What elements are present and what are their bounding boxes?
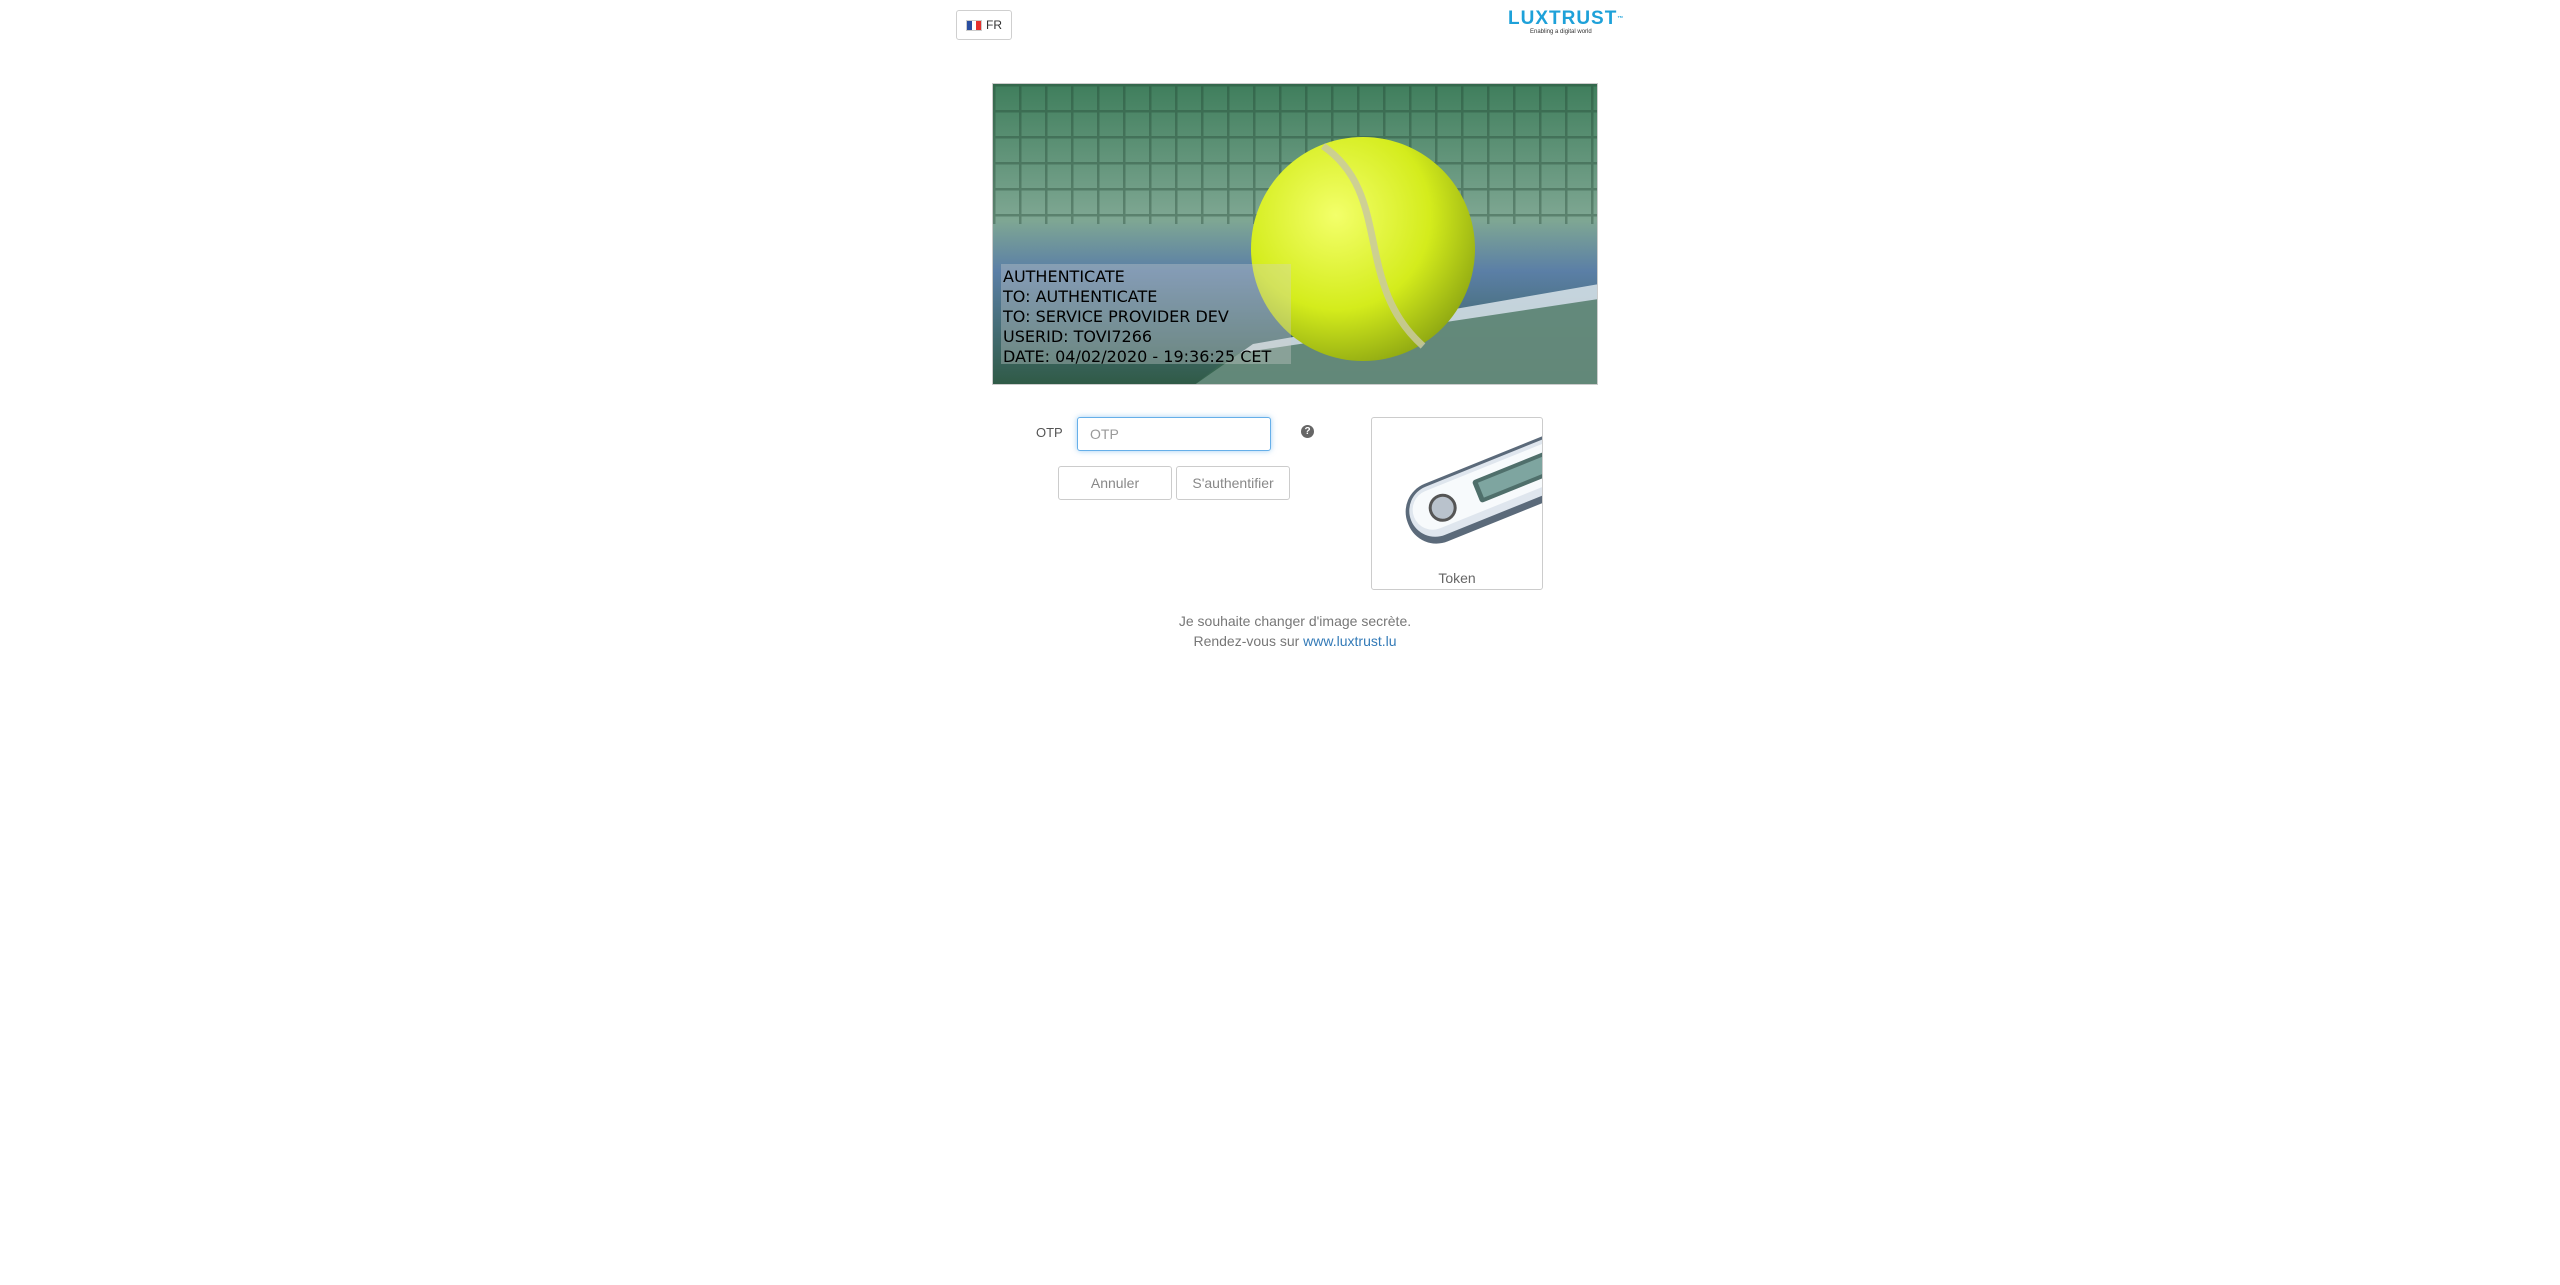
footer: Je souhaite changer d'image secrète. Ren… bbox=[1080, 611, 1510, 651]
france-flag-icon bbox=[966, 19, 982, 31]
caption-line: DATE: 04/02/2020 - 19:36:25 CET bbox=[1003, 347, 1272, 366]
caption-line: AUTHENTICATE bbox=[1003, 267, 1125, 286]
logo-trademark: ™ bbox=[1617, 16, 1625, 22]
visit-prefix: Rendez-vous sur bbox=[1193, 633, 1300, 649]
cancel-button[interactable]: Annuler bbox=[1058, 466, 1172, 500]
language-selector[interactable]: FR bbox=[956, 10, 1012, 40]
secret-image-caption: AUTHENTICATE TO: AUTHENTICATE TO: SERVIC… bbox=[1001, 264, 1291, 366]
language-code: FR bbox=[986, 18, 1002, 32]
otp-label: OTP bbox=[1036, 425, 1063, 440]
token-device-icon bbox=[1405, 433, 1542, 544]
authenticate-button[interactable]: S'authentifier bbox=[1176, 466, 1290, 500]
token-option[interactable]: Token bbox=[1371, 417, 1543, 590]
luxtrust-link[interactable]: www.luxtrust.lu bbox=[1303, 633, 1396, 649]
logo-tagline: Enabling a digital world bbox=[1530, 29, 1592, 35]
caption-line: TO: SERVICE PROVIDER DEV bbox=[1003, 307, 1229, 326]
luxtrust-logo: LUXTRUST™ Enabling a digital world bbox=[1508, 8, 1634, 38]
token-label: Token bbox=[1438, 570, 1476, 586]
visit-line: Rendez-vous sur www.luxtrust.lu bbox=[1080, 631, 1510, 651]
secret-image: AUTHENTICATE TO: AUTHENTICATE TO: SERVIC… bbox=[992, 83, 1598, 385]
caption-line: USERID: TOVI7266 bbox=[1003, 327, 1153, 346]
logo-word: LUXTRUST bbox=[1508, 8, 1618, 29]
change-image-text: Je souhaite changer d'image secrète. bbox=[1178, 613, 1412, 629]
caption-line: TO: AUTHENTICATE bbox=[1003, 287, 1158, 306]
question-circle-icon[interactable]: ? bbox=[1301, 425, 1314, 438]
otp-input[interactable] bbox=[1077, 417, 1271, 451]
